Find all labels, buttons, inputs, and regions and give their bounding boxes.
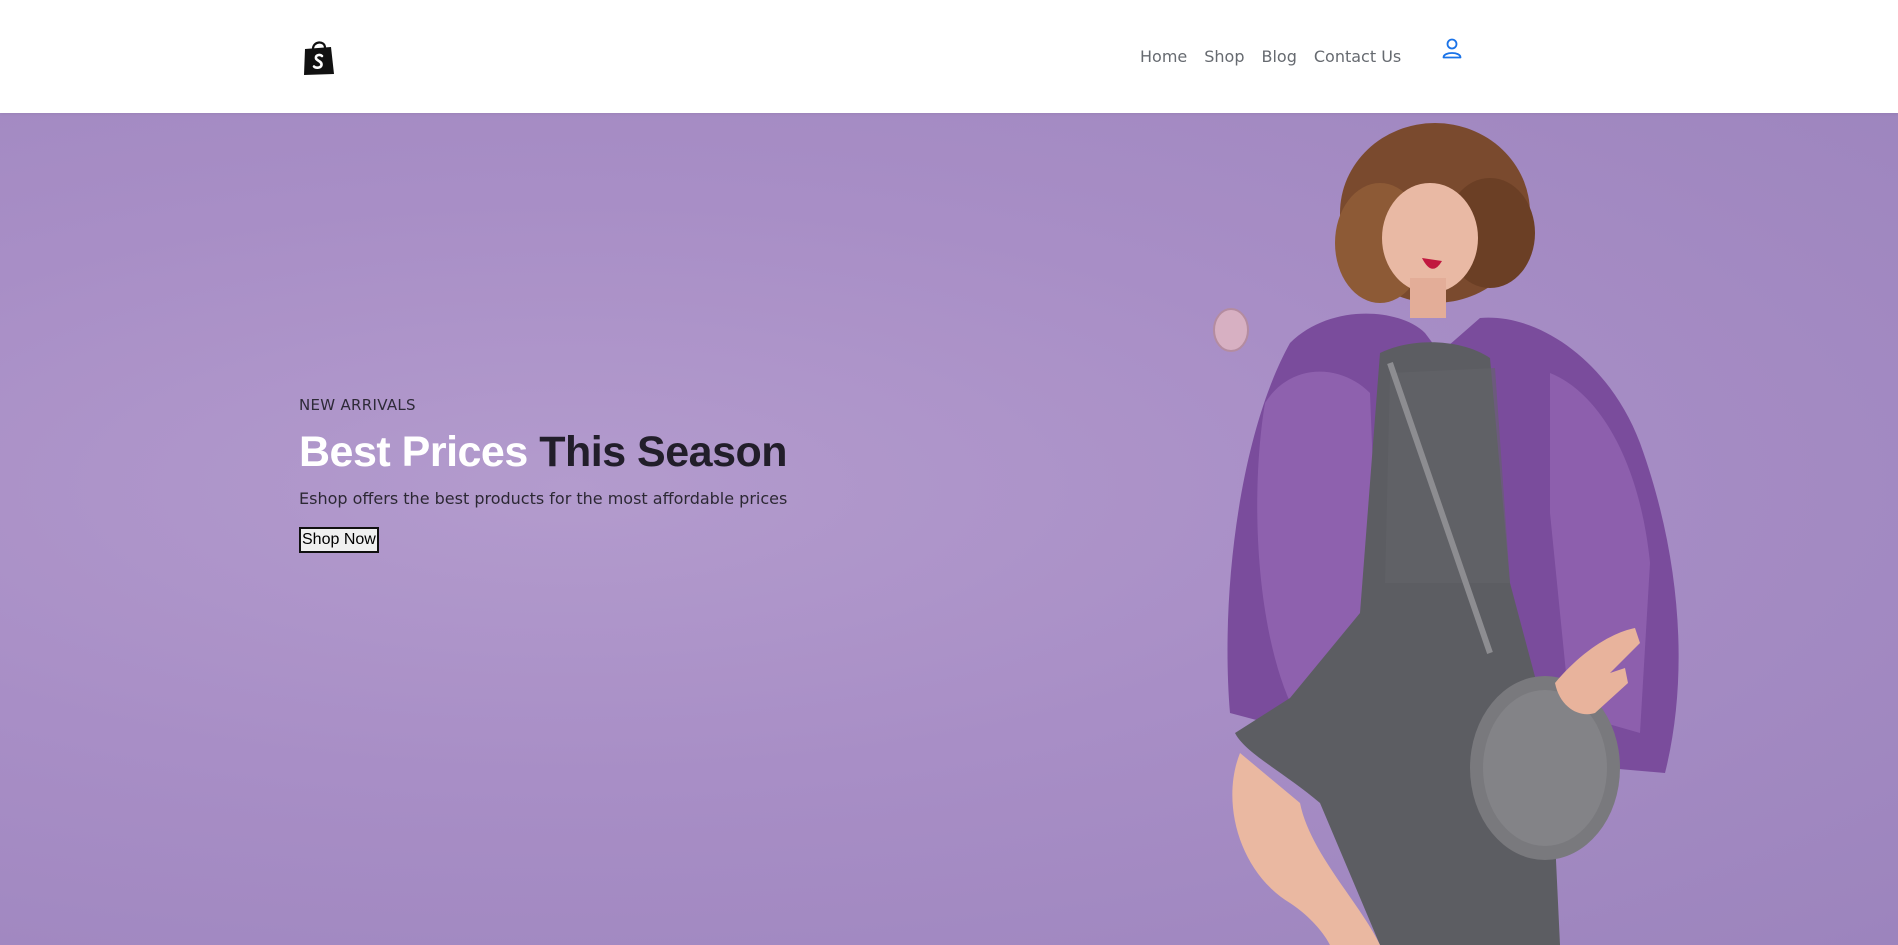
headline-highlight: Best Prices	[299, 428, 528, 476]
nav-home-link[interactable]: Home	[1140, 47, 1187, 66]
shop-now-button[interactable]: Shop Now	[299, 527, 379, 553]
hero-content: NEW ARRIVALS Best Prices This Season Esh…	[299, 396, 899, 553]
nav-blog-link[interactable]: Blog	[1262, 47, 1297, 66]
hero-subtitle: Eshop offers the best products for the m…	[299, 489, 788, 508]
nav-shop-link[interactable]: Shop	[1204, 47, 1244, 66]
hero-eyebrow: NEW ARRIVALS	[299, 396, 416, 414]
hero-banner: NEW ARRIVALS Best Prices This Season Esh…	[0, 113, 1898, 945]
model-photo	[1213, 123, 1679, 945]
hero-headline: Best Prices This Season	[299, 428, 899, 476]
main-nav: Home Shop Blog Contact Us	[1140, 44, 1418, 68]
shopify-bag-icon[interactable]	[302, 38, 336, 76]
site-header: Home Shop Blog Contact Us	[0, 0, 1898, 113]
nav-contact-link[interactable]: Contact Us	[1314, 47, 1401, 66]
headline-rest: This Season	[539, 428, 788, 476]
user-icon[interactable]	[1441, 37, 1463, 59]
